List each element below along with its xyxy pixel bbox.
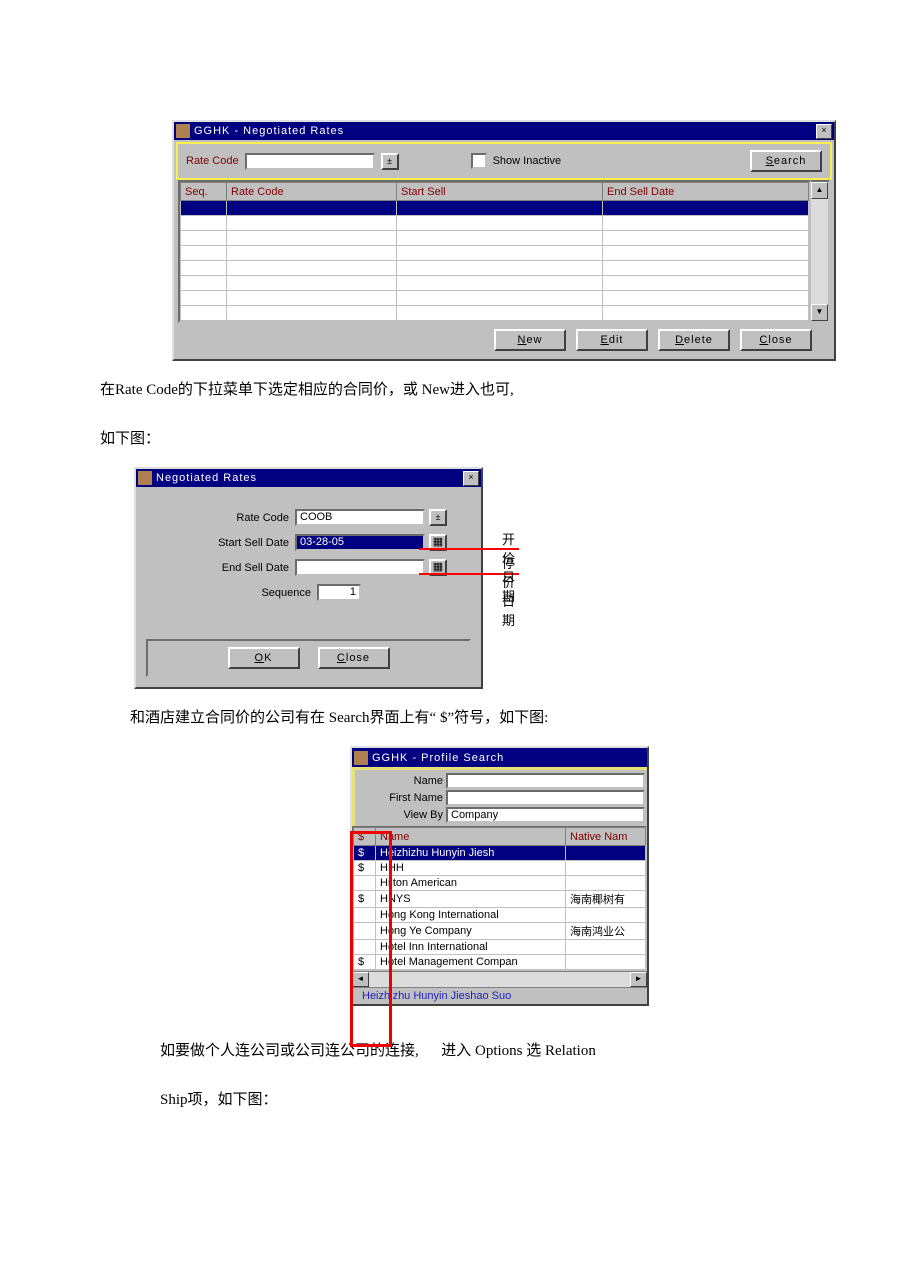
table-row[interactable]: Hotel Inn International: [354, 940, 646, 955]
delete-button[interactable]: Delete: [658, 329, 730, 351]
col-native[interactable]: Native Nam: [566, 828, 646, 846]
table-row[interactable]: $HNYS海南椰树有: [354, 891, 646, 908]
window2-buttons: OK Close: [146, 639, 471, 677]
app-icon: [176, 124, 190, 138]
show-inactive-checkbox[interactable]: [471, 153, 487, 169]
sequence-row: Sequence 1: [146, 584, 361, 601]
rate-code-edit-label: Rate Code: [169, 512, 289, 524]
sequence-label: Sequence: [191, 587, 311, 599]
table-row[interactable]: [181, 276, 809, 291]
paragraph-1: 在Rate Code的下拉菜单下选定相应的合同价，或 New进入也可,: [100, 371, 820, 410]
rate-code-label: Rate Code: [186, 155, 239, 167]
end-sell-label: End Sell Date: [169, 562, 289, 574]
edit-button[interactable]: Edit: [576, 329, 648, 351]
filter-bar: Rate Code ± Show Inactive Search: [176, 142, 832, 180]
end-sell-row: End Sell Date: [146, 559, 447, 576]
table-row[interactable]: [181, 231, 809, 246]
rate-code-input[interactable]: [245, 153, 375, 170]
paragraph-5: Ship项，如下图：: [160, 1081, 820, 1120]
view-by-label: View By: [365, 809, 446, 821]
rate-code-edit-input[interactable]: COOB: [295, 509, 425, 526]
app-icon: [138, 471, 152, 485]
ok-button[interactable]: OK: [228, 647, 300, 669]
start-sell-input[interactable]: 03-28-05: [295, 534, 425, 551]
table-row[interactable]: Hong Kong International: [354, 908, 646, 923]
table-row[interactable]: [181, 291, 809, 306]
rate-code-edit-dropdown-icon[interactable]: ±: [429, 509, 447, 526]
app-icon: [354, 751, 368, 765]
table-row[interactable]: $HHH: [354, 861, 646, 876]
col-dollar[interactable]: $: [354, 828, 376, 846]
col-start-sell[interactable]: Start Sell: [397, 183, 603, 201]
table-row[interactable]: [181, 261, 809, 276]
window2-titlebar[interactable]: Negotiated Rates ×: [136, 469, 481, 487]
window1-buttons: New Edit Delete Close: [176, 323, 832, 357]
close-icon[interactable]: ×: [463, 471, 479, 486]
end-sell-input[interactable]: [295, 559, 425, 576]
window1-titlebar[interactable]: GGHK - Negotiated Rates ×: [174, 122, 834, 140]
view-by-input[interactable]: Company: [446, 807, 645, 823]
sequence-input[interactable]: 1: [317, 584, 361, 601]
table-row[interactable]: $Hotel Management Compan: [354, 955, 646, 970]
window3-titlebar[interactable]: GGHK - Profile Search: [352, 748, 647, 767]
col-end-sell[interactable]: End Sell Date: [603, 183, 809, 201]
table-row[interactable]: Hilton American: [354, 876, 646, 891]
new-button[interactable]: New: [494, 329, 566, 351]
rate-code-dropdown-icon[interactable]: ±: [381, 153, 399, 170]
search-form: Name First Name View By Company: [352, 770, 647, 826]
table-row[interactable]: [181, 201, 809, 216]
col-seq[interactable]: Seq.: [181, 183, 227, 201]
close-icon[interactable]: ×: [816, 124, 832, 139]
scroll-down-icon[interactable]: ▼: [811, 304, 828, 321]
col-rate-code[interactable]: Rate Code: [227, 183, 397, 201]
scroll-left-icon[interactable]: ◄: [352, 972, 369, 987]
show-inactive-label: Show Inactive: [493, 155, 561, 167]
annotation-end: 停价日期: [502, 553, 515, 629]
negotiated-rates-edit-window: Negotiated Rates × Rate Code COOB ± Star…: [134, 467, 483, 689]
table-row[interactable]: [181, 306, 809, 321]
paragraph-4a: 如要做个人连公司或公司连公司的连接,: [160, 1043, 419, 1059]
name-input[interactable]: [446, 773, 645, 789]
table-row[interactable]: $Heizhizhu Hunyin Jiesh: [354, 846, 646, 861]
start-sell-row: Start Sell Date 03-28-05: [146, 534, 447, 551]
first-name-input[interactable]: [446, 790, 645, 806]
scroll-up-icon[interactable]: ▲: [811, 182, 828, 199]
paragraph-2: 如下图：: [100, 420, 820, 459]
first-name-label: First Name: [365, 792, 446, 804]
name-label: Name: [365, 775, 446, 787]
close-button[interactable]: Close: [740, 329, 812, 351]
negotiated-rates-window: GGHK - Negotiated Rates × Rate Code ± Sh…: [172, 120, 836, 361]
profile-search-window: GGHK - Profile Search Name First Name Vi…: [350, 746, 649, 1006]
window2-title: Negotiated Rates: [156, 472, 462, 484]
rates-grid[interactable]: Seq. Rate Code Start Sell End Sell Date: [178, 180, 811, 323]
search-button[interactable]: Search: [750, 150, 822, 172]
profile-grid[interactable]: $ Name Native Nam $Heizhizhu Hunyin Jies…: [352, 826, 647, 971]
start-sell-label: Start Sell Date: [169, 537, 289, 549]
rate-code-row: Rate Code COOB ±: [146, 509, 447, 526]
table-row[interactable]: [181, 216, 809, 231]
window3-title: GGHK - Profile Search: [372, 752, 645, 764]
table-row[interactable]: Hong Ye Company海南鸿业公: [354, 923, 646, 940]
paragraph-3: 和酒店建立合同价的公司有在 Search界面上有“ $”符号，如下图:: [130, 699, 820, 738]
status-text: Heizhizhu Hunyin Jieshao Suo: [352, 987, 647, 1004]
table-row[interactable]: [181, 246, 809, 261]
window1-title: GGHK - Negotiated Rates: [194, 125, 815, 137]
paragraph-4b: 进入 Options 选 Relation: [441, 1043, 596, 1059]
close-button[interactable]: Close: [318, 647, 390, 669]
col-name[interactable]: Name: [376, 828, 566, 846]
vertical-scrollbar[interactable]: ▲ ▼: [811, 180, 830, 323]
horizontal-scrollbar[interactable]: ◄ ►: [352, 971, 647, 987]
scroll-right-icon[interactable]: ►: [630, 972, 647, 987]
